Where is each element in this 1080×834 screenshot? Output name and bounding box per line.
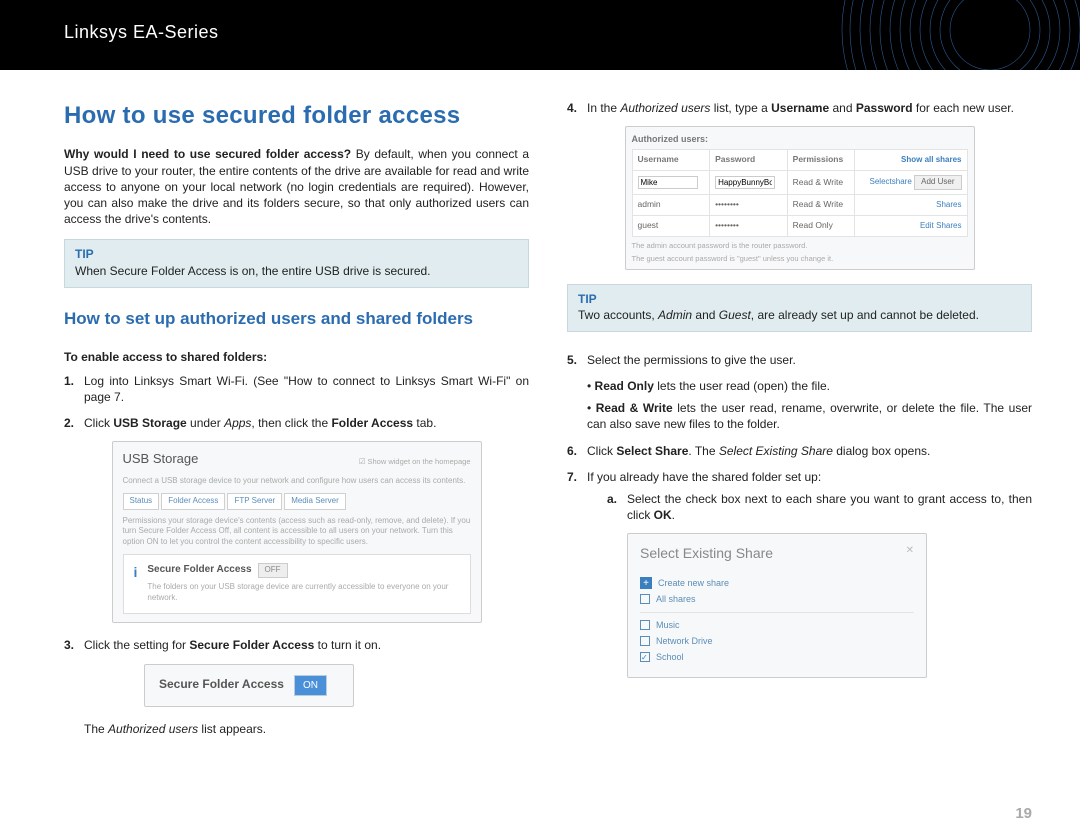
lead: To enable access to shared folders: xyxy=(64,349,529,365)
intro-paragraph: Why would I need to use secured folder a… xyxy=(64,146,529,227)
step-5: Select the permissions to give the user. xyxy=(587,352,1032,368)
page-title: How to use secured folder access xyxy=(64,100,529,132)
step-4: In the Authorized users list, type a Use… xyxy=(587,100,1032,116)
decorative-swirl xyxy=(840,0,1080,70)
subtitle: How to set up authorized users and share… xyxy=(64,308,529,331)
header-band: Linksys EA-Series xyxy=(0,0,1080,70)
step-7: If you already have the shared folder se… xyxy=(587,469,1032,524)
info-icon: i xyxy=(134,563,138,582)
page-body: How to use secured folder access Why wou… xyxy=(0,70,1080,737)
close-icon[interactable]: ✕ xyxy=(906,544,914,573)
username-input[interactable] xyxy=(638,176,698,189)
left-column: How to use secured folder access Why wou… xyxy=(64,100,529,737)
tip-box-1: TIP When Secure Folder Access is on, the… xyxy=(64,239,529,287)
plus-icon: + xyxy=(640,577,652,589)
usb-storage-screenshot: USB Storage ☑ Show widget on the homepag… xyxy=(112,441,482,623)
tip-box-2: TIP Two accounts, Admin and Guest, are a… xyxy=(567,284,1032,332)
right-column: 4. In the Authorized users list, type a … xyxy=(567,100,1032,737)
step-3-tail: The Authorized users list appears. xyxy=(64,721,529,737)
page-number: 19 xyxy=(1015,805,1032,822)
password-input[interactable] xyxy=(715,176,775,189)
step-6: Click Select Share. The Select Existing … xyxy=(587,443,1032,459)
secure-folder-toggle-screenshot: Secure Folder AccessON xyxy=(144,664,354,708)
step-1: Log into Linksys Smart Wi-Fi. (See "How … xyxy=(84,373,529,405)
tip-body: When Secure Folder Access is on, the ent… xyxy=(75,263,518,279)
step-2: Click USB Storage under Apps, then click… xyxy=(84,415,529,431)
series-label: Linksys EA-Series xyxy=(64,22,219,43)
authorized-users-screenshot: Authorized users: UsernamePassword Permi… xyxy=(625,126,975,269)
step-3: Click the setting for Secure Folder Acce… xyxy=(84,637,529,653)
steps-left: 1.Log into Linksys Smart Wi-Fi. (See "Ho… xyxy=(64,373,529,432)
tip-body-2: Two accounts, Admin and Guest, are alrea… xyxy=(578,307,1021,323)
select-share-screenshot: Select Existing Share ✕ +Create new shar… xyxy=(627,533,927,678)
tip-label: TIP xyxy=(75,246,518,262)
